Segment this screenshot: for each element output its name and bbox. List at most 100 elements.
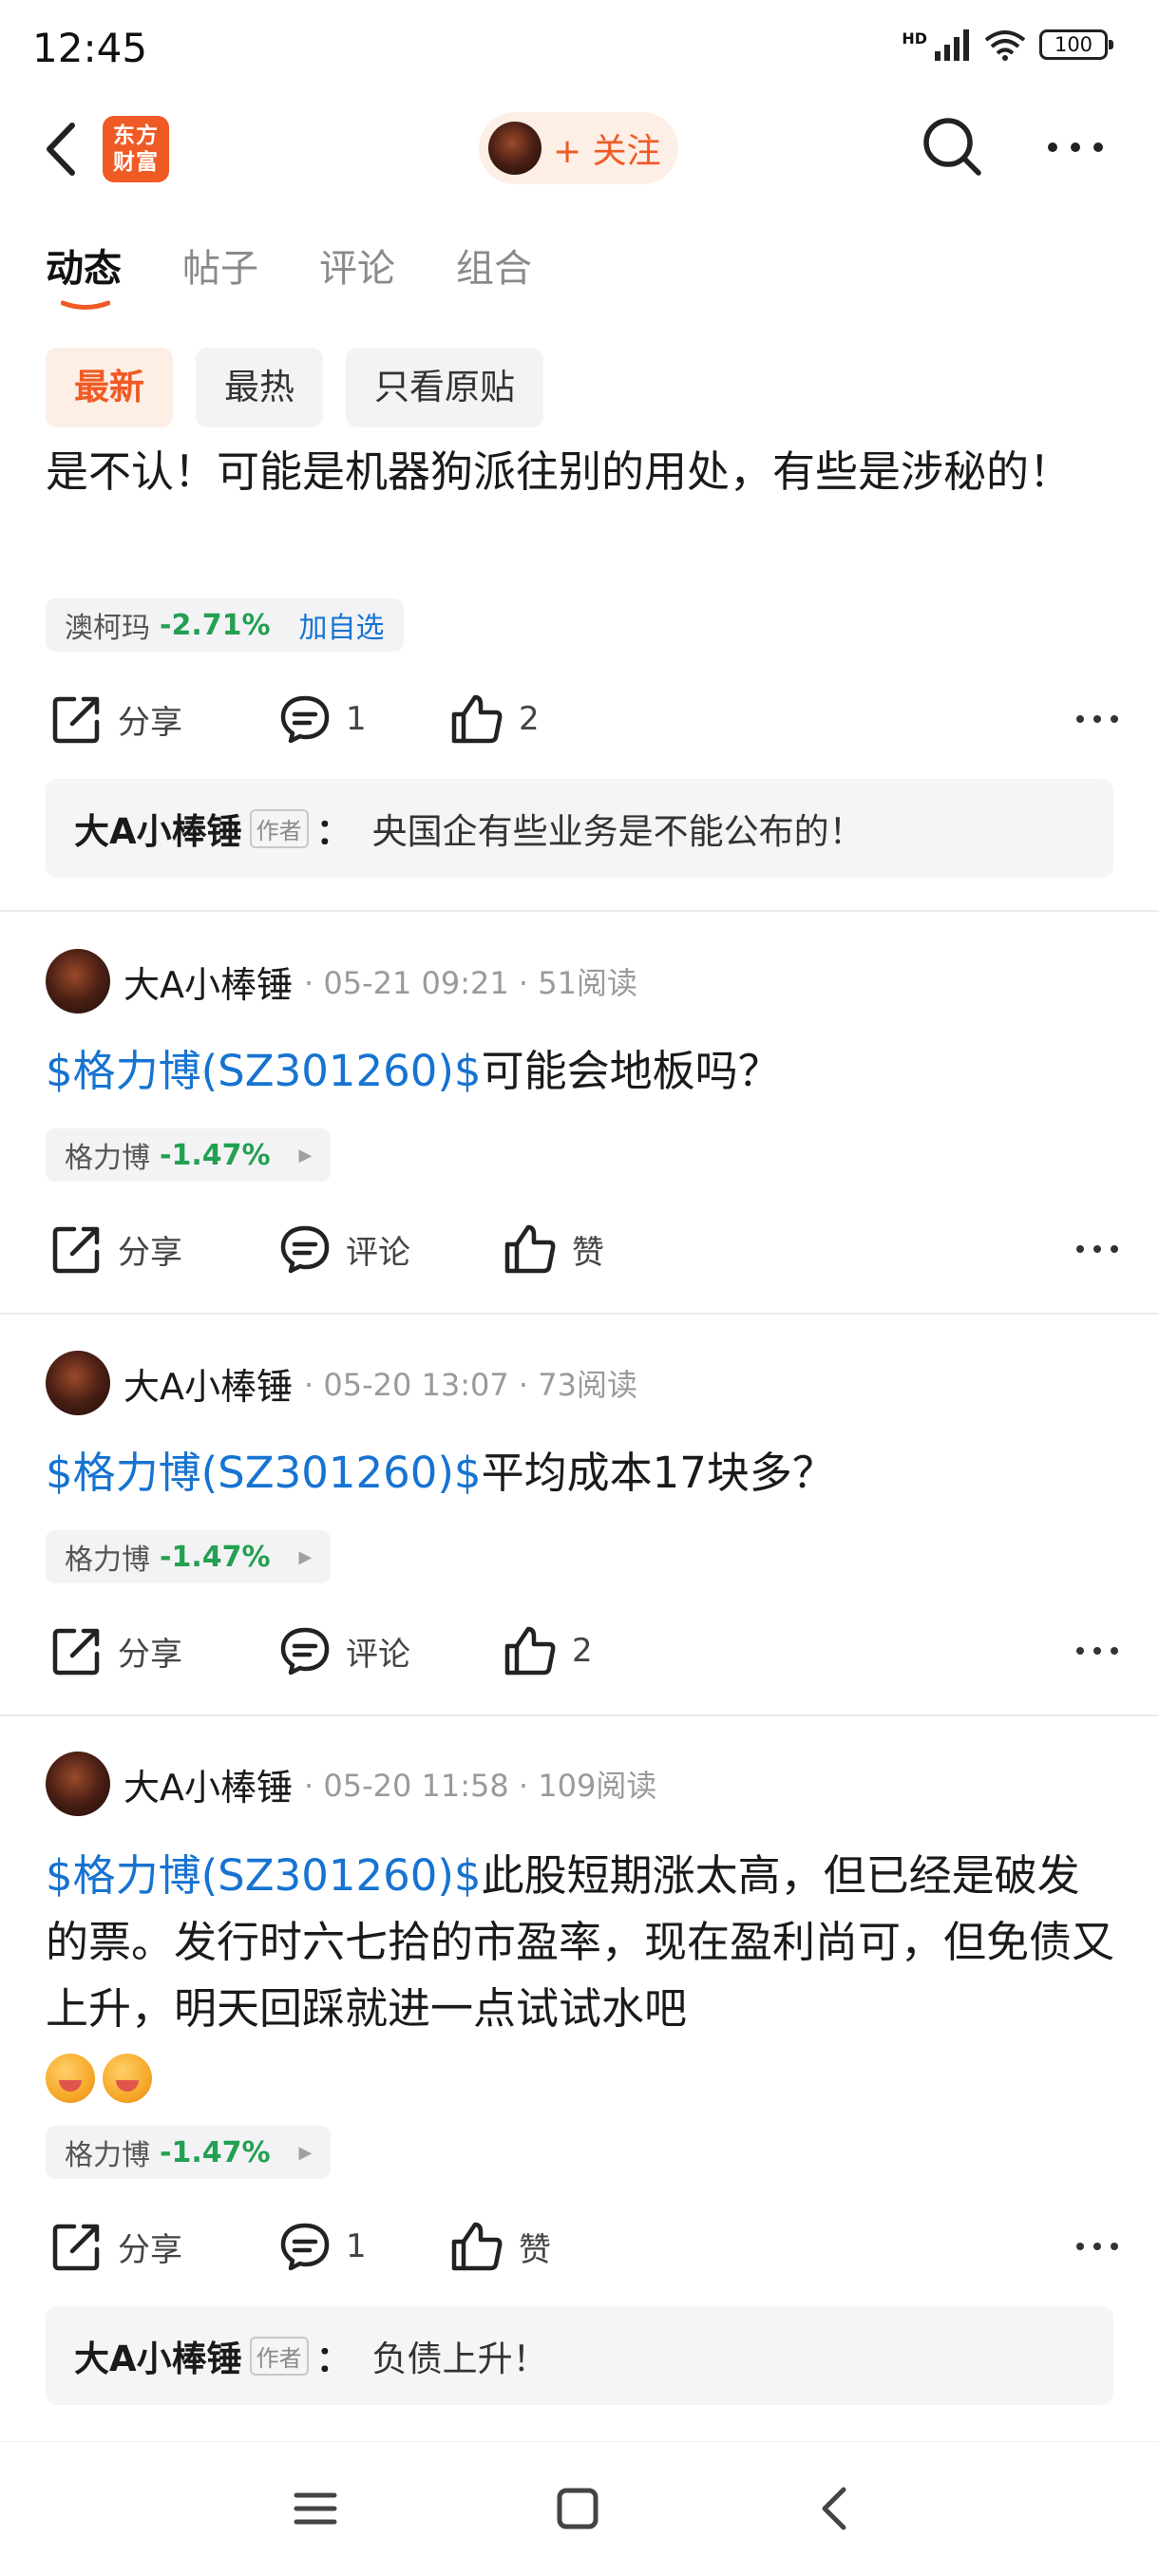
author-name[interactable]: 大A小棒锤 (124, 956, 293, 1008)
hd-label: HD (902, 28, 927, 47)
author-reply[interactable]: 大A小棒锤 作者 ： 负债上升！ (46, 2306, 1113, 2405)
post-text[interactable]: 是不认！可能是机器狗派往别的用处，有些是涉秘的！ (46, 439, 1119, 505)
filter-original-only[interactable]: 只看原贴 (346, 348, 543, 427)
avatar (488, 122, 542, 175)
comment-count: 1 (346, 2227, 367, 2265)
wifi-icon (984, 30, 1026, 61)
reply-author[interactable]: 大A小棒锤 (74, 803, 242, 854)
share-button[interactable]: 分享 (51, 1618, 182, 1684)
comment-button[interactable]: 1 (279, 686, 367, 752)
status-time: 12:45 (32, 25, 148, 71)
like-button[interactable]: 赞 (450, 2213, 551, 2280)
tab-comments[interactable]: 评论 (319, 237, 395, 313)
share-icon (52, 1226, 100, 1274)
post-meta: · 05-21 09:21 · 51阅读 (304, 965, 637, 1001)
like-button[interactable]: 赞 (504, 1216, 604, 1282)
post-header: 大A小棒锤 · 05-21 09:21 · 51阅读 (46, 948, 637, 1014)
page: 12:45 HD 100 东方财富 + 关注 动态 帖子 评论 组合 最新 最热… (0, 0, 1159, 2576)
stock-tag[interactable]: 格力博 -1.47% ▶ (46, 2126, 332, 2179)
tab-portfolio[interactable]: 组合 (456, 237, 532, 313)
share-icon (52, 2224, 100, 2271)
play-triangle-icon: ▶ (298, 1546, 313, 1567)
share-label: 分享 (118, 1635, 182, 1674)
shy-face-emoji-icon (46, 2054, 95, 2103)
comment-icon (280, 2223, 330, 2271)
avatar[interactable] (46, 949, 110, 1013)
stock-change: -1.47% (160, 2135, 271, 2169)
app-logo: 东方财富 (103, 116, 169, 182)
avatar[interactable] (46, 1351, 110, 1415)
nav-bar: 东方财富 + 关注 (0, 99, 1159, 198)
reply-text: 央国企有些业务是不能公布的！ (371, 811, 864, 852)
stock-change: -1.47% (160, 1540, 271, 1574)
reply-author[interactable]: 大A小棒锤 (74, 2330, 242, 2381)
more-icon[interactable] (1045, 133, 1106, 161)
action-row: 分享 1 赞 (46, 2213, 1119, 2280)
filter-chips: 最新 最热 只看原贴 (46, 348, 543, 427)
comment-count: 1 (346, 700, 367, 738)
share-label: 分享 (118, 2230, 182, 2269)
post-more-button[interactable] (1075, 2213, 1119, 2280)
post-meta: · 05-20 13:07 · 73阅读 (304, 1367, 637, 1403)
search-icon[interactable] (920, 114, 986, 180)
author-name[interactable]: 大A小棒锤 (124, 1758, 293, 1810)
comment-button[interactable]: 评论 (279, 1216, 410, 1282)
stock-name: 格力博 (65, 2139, 150, 2172)
back-icon[interactable] (808, 2480, 864, 2537)
share-label: 分享 (118, 1233, 182, 1272)
post-more-button[interactable] (1075, 1618, 1119, 1684)
share-icon (52, 696, 100, 744)
filter-latest[interactable]: 最新 (46, 348, 173, 427)
stock-tag[interactable]: 澳柯玛 -2.71% 加自选 (46, 598, 404, 652)
stock-link[interactable]: $格力博(SZ301260)$ (46, 1850, 482, 1901)
system-nav-bar (0, 2441, 1159, 2576)
like-button[interactable]: 2 (450, 686, 540, 752)
action-row: 分享 1 2 (46, 686, 1119, 752)
post-text[interactable]: $格力博(SZ301260)$此股短期涨太高，但已经是破发的票。发行时六七拾的市… (46, 1843, 1119, 2109)
thumbs-up-icon (504, 1224, 556, 1274)
active-tab-indicator (61, 300, 110, 310)
share-button[interactable]: 分享 (51, 2213, 182, 2280)
add-watchlist-button[interactable]: 加自选 (299, 604, 385, 646)
follow-button[interactable]: + 关注 (479, 112, 678, 184)
post-more-button[interactable] (1075, 1216, 1119, 1282)
tab-posts[interactable]: 帖子 (182, 237, 258, 313)
author-badge: 作者 (249, 808, 309, 848)
author-name[interactable]: 大A小棒锤 (124, 1357, 293, 1410)
comment-button[interactable]: 评论 (279, 1618, 410, 1684)
author-reply[interactable]: 大A小棒锤 作者 ： 央国企有些业务是不能公布的！ (46, 779, 1113, 878)
menu-icon[interactable] (287, 2480, 344, 2537)
tab-bar: 动态 帖子 评论 组合 (46, 237, 532, 313)
reply-colon: ： (315, 2339, 352, 2379)
divider (0, 1313, 1159, 1315)
reply-colon: ： (315, 811, 352, 852)
post-more-button[interactable] (1075, 686, 1119, 752)
more-icon (1076, 715, 1118, 723)
stock-link[interactable]: $格力博(SZ301260)$ (46, 1448, 482, 1498)
shy-face-emoji-icon (103, 2054, 152, 2103)
stock-name: 格力博 (65, 1142, 150, 1175)
stock-tag[interactable]: 格力博 -1.47% ▶ (46, 1128, 332, 1182)
divider (0, 910, 1159, 912)
post-text-content: 可能会地板吗？ (481, 1046, 781, 1096)
divider (0, 1714, 1159, 1716)
stock-name: 澳柯玛 (65, 612, 150, 645)
home-icon[interactable] (549, 2480, 606, 2537)
stock-name: 格力博 (65, 1544, 150, 1577)
comment-button[interactable]: 1 (279, 2213, 367, 2280)
stock-tag[interactable]: 格力博 -1.47% ▶ (46, 1530, 332, 1583)
comment-icon (280, 1627, 330, 1676)
share-button[interactable]: 分享 (51, 686, 182, 752)
like-button[interactable]: 2 (504, 1618, 593, 1684)
post-text-content: 平均成本17块多？ (481, 1448, 835, 1498)
action-row: 分享 评论 2 (46, 1618, 1119, 1684)
stock-change: -2.71% (160, 608, 271, 642)
post-text[interactable]: $格力博(SZ301260)$可能会地板吗？ (46, 1038, 1119, 1105)
filter-hot[interactable]: 最热 (196, 348, 323, 427)
more-icon (1076, 1647, 1118, 1655)
avatar[interactable] (46, 1752, 110, 1816)
stock-link[interactable]: $格力博(SZ301260)$ (46, 1046, 482, 1096)
post-text[interactable]: $格力博(SZ301260)$平均成本17块多？ (46, 1440, 1119, 1506)
back-arrow-icon[interactable] (38, 118, 87, 180)
share-button[interactable]: 分享 (51, 1216, 182, 1282)
